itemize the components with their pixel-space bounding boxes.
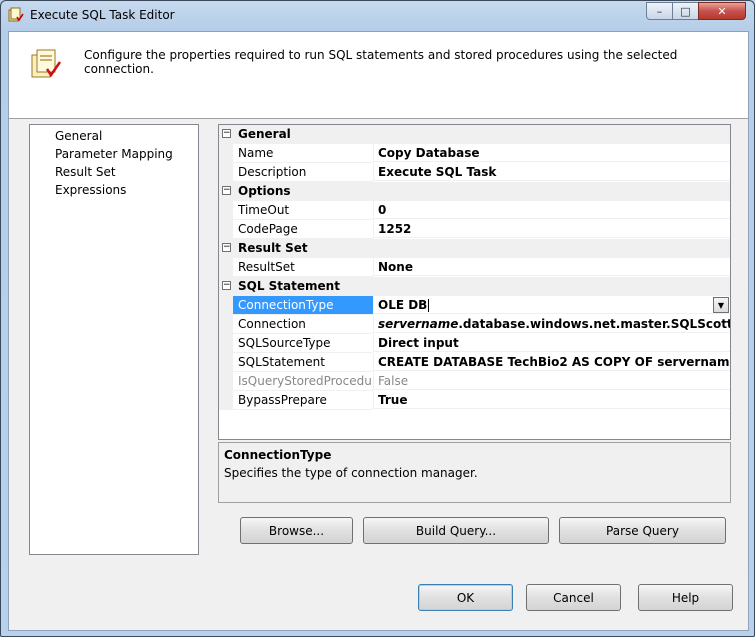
- collapse-icon[interactable]: −: [222, 281, 231, 290]
- category-label: General: [238, 127, 291, 141]
- help-button[interactable]: Help: [638, 584, 733, 611]
- dropdown-arrow-icon[interactable]: ▼: [713, 297, 729, 313]
- property-row-sqlstatement[interactable]: SQLStatement CREATE DATABASE TechBio2 AS…: [219, 353, 730, 372]
- category-label: Options: [238, 184, 291, 198]
- property-value[interactable]: servername.database.windows.net.master.S…: [373, 315, 730, 333]
- property-value[interactable]: True: [373, 391, 730, 409]
- property-name: ResultSet: [233, 258, 373, 277]
- maximize-icon: □: [680, 4, 691, 18]
- category-sql-statement[interactable]: − SQL Statement: [219, 277, 730, 296]
- collapse-icon[interactable]: −: [222, 243, 231, 252]
- property-row-sqlsourcetype[interactable]: SQLSourceType Direct input: [219, 334, 730, 353]
- close-button[interactable]: ✕: [698, 2, 746, 20]
- property-row-name[interactable]: Name Copy Database: [219, 144, 730, 163]
- property-name: ConnectionType: [233, 296, 373, 315]
- nav-item-result-set[interactable]: Result Set: [55, 165, 116, 179]
- property-name: TimeOut: [233, 201, 373, 220]
- servername-placeholder: servername: [378, 317, 459, 331]
- collapse-icon[interactable]: −: [222, 186, 231, 195]
- title-bar[interactable]: Execute SQL Task Editor – □ ✕: [1, 1, 754, 31]
- header-description: Configure the properties required to run…: [84, 48, 678, 76]
- sql-task-app-icon: [8, 7, 24, 23]
- description-title: ConnectionType: [224, 448, 332, 462]
- browse-button[interactable]: Browse...: [240, 517, 353, 544]
- nav-item-general[interactable]: General: [55, 129, 102, 143]
- property-grid: − General Name Copy Database Description…: [218, 124, 731, 440]
- minimize-button[interactable]: –: [646, 2, 673, 20]
- property-row-codepage[interactable]: CodePage 1252: [219, 220, 730, 239]
- property-value[interactable]: Copy Database: [373, 144, 730, 162]
- category-label: SQL Statement: [238, 279, 340, 293]
- property-name: BypassPrepare: [233, 391, 373, 410]
- property-row-connectiontype[interactable]: ConnectionType OLE DB ▼: [219, 296, 730, 315]
- parse-query-button[interactable]: Parse Query: [559, 517, 726, 544]
- category-label: Result Set: [238, 241, 308, 255]
- dialog-client-area: Configure the properties required to run…: [8, 31, 749, 631]
- property-name: Name: [233, 144, 373, 163]
- build-query-button[interactable]: Build Query...: [363, 517, 549, 544]
- property-value[interactable]: CREATE DATABASE TechBio2 AS COPY OF serv…: [373, 353, 730, 371]
- property-value: False: [373, 372, 730, 390]
- page-navigation-list: General Parameter Mapping Result Set Exp…: [29, 124, 199, 555]
- minimize-icon: –: [656, 4, 663, 18]
- property-row-timeout[interactable]: TimeOut 0: [219, 201, 730, 220]
- cancel-button[interactable]: Cancel: [526, 584, 621, 611]
- property-name: Connection: [233, 315, 373, 334]
- property-row-description[interactable]: Description Execute SQL Task: [219, 163, 730, 182]
- task-properties-icon: [29, 47, 63, 81]
- property-row-resultset[interactable]: ResultSet None: [219, 258, 730, 277]
- close-icon: ✕: [717, 4, 727, 18]
- property-value[interactable]: Direct input: [373, 334, 730, 352]
- description-text: Specifies the type of connection manager…: [224, 466, 478, 480]
- property-description-panel: ConnectionType Specifies the type of con…: [218, 442, 731, 503]
- nav-item-expressions[interactable]: Expressions: [55, 183, 126, 197]
- nav-item-parameter-mapping[interactable]: Parameter Mapping: [55, 147, 173, 161]
- property-value: OLE DB: [378, 298, 428, 312]
- collapse-icon[interactable]: −: [222, 129, 231, 138]
- property-value[interactable]: 0: [373, 201, 730, 219]
- property-name: CodePage: [233, 220, 373, 239]
- property-row-bypassprepare[interactable]: BypassPrepare True: [219, 391, 730, 410]
- property-name: IsQueryStoredProcedure: [233, 372, 373, 391]
- property-row-connection[interactable]: Connection servername.database.windows.n…: [219, 315, 730, 334]
- category-result-set[interactable]: − Result Set: [219, 239, 730, 258]
- category-general[interactable]: − General: [219, 125, 730, 144]
- property-name: SQLSourceType: [233, 334, 373, 353]
- property-name: SQLStatement: [233, 353, 373, 372]
- property-value[interactable]: 1252: [373, 220, 730, 238]
- dialog-window: Execute SQL Task Editor – □ ✕ Configure …: [0, 0, 755, 637]
- property-value[interactable]: Execute SQL Task: [373, 163, 730, 181]
- window-title: Execute SQL Task Editor: [30, 8, 175, 22]
- property-row-isquerystoredprocedure: IsQueryStoredProcedure False: [219, 372, 730, 391]
- maximize-button[interactable]: □: [672, 2, 699, 20]
- connection-type-combobox[interactable]: OLE DB: [373, 296, 730, 314]
- text-caret: [428, 299, 430, 312]
- dialog-header: Configure the properties required to run…: [9, 32, 748, 119]
- category-options[interactable]: − Options: [219, 182, 730, 201]
- property-value[interactable]: None: [373, 258, 730, 276]
- property-name: Description: [233, 163, 373, 182]
- ok-button[interactable]: OK: [418, 584, 513, 611]
- connection-suffix: .database.windows.net.master.SQLScott@: [458, 317, 730, 331]
